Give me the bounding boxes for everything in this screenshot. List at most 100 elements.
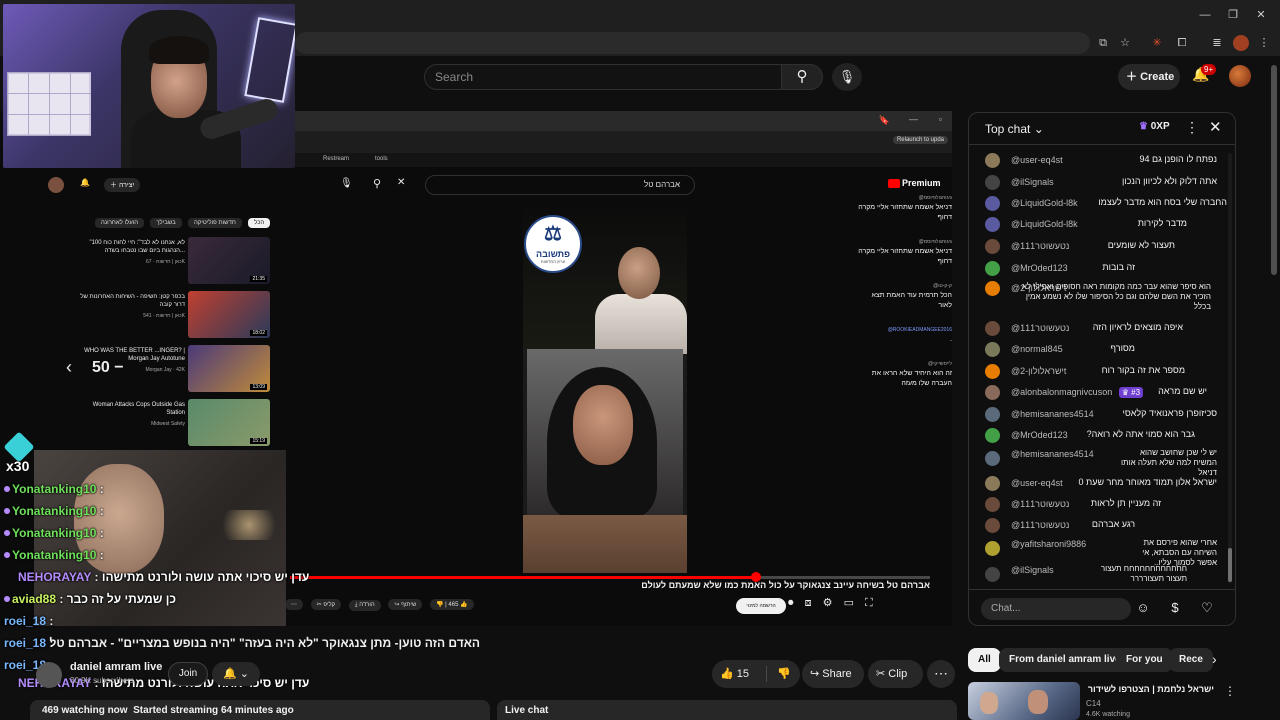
like-button[interactable]: 👍 15 <box>720 660 770 688</box>
rec-channel: Midwest Safety <box>151 421 185 427</box>
overlay-chat-line: NEHORAYAY : עדן יש סיכוי אתה עושה ולורנט… <box>18 676 309 690</box>
miniplayer-icon[interactable]: ▭ <box>844 596 854 609</box>
premium-label: Premium <box>902 178 941 188</box>
inner-bookmark-icon: 🔖 <box>878 115 890 125</box>
chat-scroll-thumb[interactable] <box>1228 548 1232 582</box>
install-icon[interactable]: ⧉ <box>1095 35 1111 51</box>
chat-more-icon[interactable]: ⋮ <box>1185 119 1199 136</box>
rec-title: בכפר קטן: חשיפה - השיחות האחרונות של דרו… <box>80 294 185 308</box>
media-icon[interactable]: ≣ <box>1209 35 1225 51</box>
chip-recent[interactable]: Rece <box>1169 648 1213 672</box>
search-button[interactable]: ⚲ <box>781 64 823 90</box>
inner-chat-author: @גיגוחגולפיוסמ <box>918 195 952 201</box>
inner-chat-msg: @לייסשייקי זה הוא היחיד שלא הראו את העברה… <box>858 359 952 389</box>
inner-clear-icon: ✕ <box>397 177 406 188</box>
chat-author[interactable]: @נטעשוטר111 <box>1011 323 1069 334</box>
extension-icon[interactable]: ✳ <box>1149 35 1165 51</box>
toggle-icon[interactable]: ⏺ <box>788 597 794 610</box>
account-avatar[interactable] <box>1229 65 1251 87</box>
progress-fill <box>290 576 758 579</box>
inner-youtube-header: 🔔 ＋ יצירה 🎙 ⚲ ✕ אברהם טל Premium <box>40 175 952 203</box>
voice-search-button[interactable]: 🎙 <box>832 63 862 91</box>
super-chat-icon[interactable]: $ <box>1164 597 1186 619</box>
fullscreen-icon[interactable]: ⛶ <box>865 597 873 610</box>
chat-mode-dropdown[interactable]: Top chat ⌄ <box>985 122 1044 136</box>
thumb-figure <box>1028 690 1048 714</box>
channel-name[interactable]: daniel amram live <box>70 661 162 673</box>
inner-mic-icon: 🎙 <box>340 178 353 189</box>
close-window-icon[interactable]: ✕ <box>1252 6 1270 24</box>
search-input[interactable]: Search <box>424 64 782 90</box>
related-video[interactable]: ישראל נלחמת | הצטרפו לשידור החי C14 4.6K… <box>968 682 1236 720</box>
chat-author[interactable]: @LiquidGold-l8k <box>1011 219 1078 230</box>
more-actions-button[interactable]: ⋯ <box>927 660 955 688</box>
settings-gear-icon[interactable]: ⚙ <box>823 596 833 609</box>
chat-author[interactable]: @נטעשוטר111 <box>1011 499 1069 510</box>
like-separator <box>766 666 767 682</box>
player-controls: ⏺ ⧈ ⚙ ▭ ⛶ <box>780 596 940 616</box>
profile-icon[interactable] <box>1233 35 1249 51</box>
chevron-right-icon[interactable]: › <box>1212 651 1217 667</box>
chat-author[interactable]: @MrOded123 <box>1011 263 1068 274</box>
maximize-icon[interactable]: ❐ <box>1224 6 1242 24</box>
overlay-chat-name: Yonatanking10 <box>12 548 97 562</box>
chat-text: יש לי שכן שחושב שהוא המשיח למה שלא תעלה … <box>1120 448 1217 477</box>
inner-like-count: 465 <box>448 602 459 608</box>
chat-author[interactable]: @ישראלולון-2t <box>1011 366 1066 377</box>
chat-author[interactable]: @normal845 <box>1011 344 1063 355</box>
overlay-chat-name: roei_18 <box>4 614 47 628</box>
related-video-thumbnail[interactable] <box>968 682 1080 720</box>
chat-avatar <box>985 175 1000 190</box>
related-video-channel: C14 <box>1086 699 1101 708</box>
chat-input[interactable]: Chat... <box>981 598 1131 620</box>
chat-author[interactable]: @alonbalonmagnivcuson ♛ #3 <box>1011 387 1144 398</box>
create-button[interactable]: ＋ Create <box>1118 64 1180 90</box>
emoji-icon[interactable]: ☺ <box>1132 597 1154 619</box>
chat-avatar <box>985 364 1000 379</box>
description-box[interactable]: 469 watching now Started streaming 64 mi… <box>30 700 490 720</box>
chat-author[interactable]: @ilSignals <box>1011 177 1054 188</box>
chip-from-channel[interactable]: From daniel amram live <box>999 648 1131 672</box>
chat-author[interactable]: @MrOded123 <box>1011 430 1068 441</box>
chip-all[interactable]: All <box>968 648 1001 672</box>
chat-author[interactable]: @hemisananes4514 <box>1011 409 1094 420</box>
man-head <box>618 247 660 299</box>
chat-author[interactable]: @user-eq4st <box>1011 155 1063 166</box>
chat-author[interactable]: @נטעשוטר111 <box>1011 520 1069 531</box>
minimize-icon[interactable]: — <box>1196 6 1214 24</box>
subscription-bell-button[interactable]: 🔔 ⌄ <box>212 662 260 686</box>
overlay-chat-name: Yonatanking10 <box>12 526 97 540</box>
chat-close-icon[interactable]: ✕ <box>1209 118 1222 136</box>
dislike-button[interactable]: 👎 <box>772 660 796 688</box>
chat-author[interactable]: @LiquidGold-l8k <box>1011 198 1078 209</box>
video-progress-bar[interactable] <box>290 572 930 582</box>
heart-icon[interactable]: ♡ <box>1196 597 1218 619</box>
clip-button[interactable]: ✂ Clip <box>868 660 923 688</box>
subtitles-icon[interactable]: ⧈ <box>805 597 812 610</box>
bookmark-star-icon[interactable]: ☆ <box>1117 35 1133 51</box>
related-video-title[interactable]: ישראל נלחמת | הצטרפו לשידור החי <box>1086 684 1214 694</box>
youtube-logo-icon <box>888 179 900 189</box>
page-scrollbar[interactable] <box>1271 65 1277 275</box>
live-chat-tab[interactable]: Live chat <box>497 700 957 720</box>
extensions-puzzle-icon[interactable]: ⧠ <box>1174 35 1190 51</box>
xp-badge[interactable]: ♛ 0XP <box>1139 121 1170 132</box>
join-button[interactable]: Join <box>168 662 208 686</box>
inner-create-label: יצירה <box>118 182 135 189</box>
address-bar[interactable] <box>295 32 1090 54</box>
chat-author[interactable]: @נטעשוטר111 <box>1011 241 1069 252</box>
chat-scrollbar[interactable] <box>1228 153 1232 583</box>
chat-author[interactable]: @user-eq4st <box>1011 478 1063 489</box>
inner-chat-msg: @גיגוחגולפיוסמ דניאל אשמח שתחזור אליי מקר… <box>858 193 952 223</box>
more-vertical-icon[interactable]: ⋮ <box>1224 684 1236 698</box>
channel-avatar[interactable] <box>36 662 62 688</box>
chat-author-name: @alonbalonmagnivcuson <box>1011 387 1113 397</box>
chip-for-you[interactable]: For you <box>1116 648 1173 672</box>
chat-avatar <box>985 451 1000 466</box>
inner-chat-msg: @גיגוחגולפיוסמ דניאל אשמח שתחזור אליי מקר… <box>858 237 952 267</box>
share-button[interactable]: ↪ Share <box>802 660 864 688</box>
rec-duration: 21:35 <box>250 276 267 282</box>
inner-share-button: ↪ שיתוף <box>388 599 423 610</box>
related-video-views: 4.6K watching <box>1086 711 1130 718</box>
browser-menu-icon[interactable]: ⋮ <box>1256 35 1272 51</box>
